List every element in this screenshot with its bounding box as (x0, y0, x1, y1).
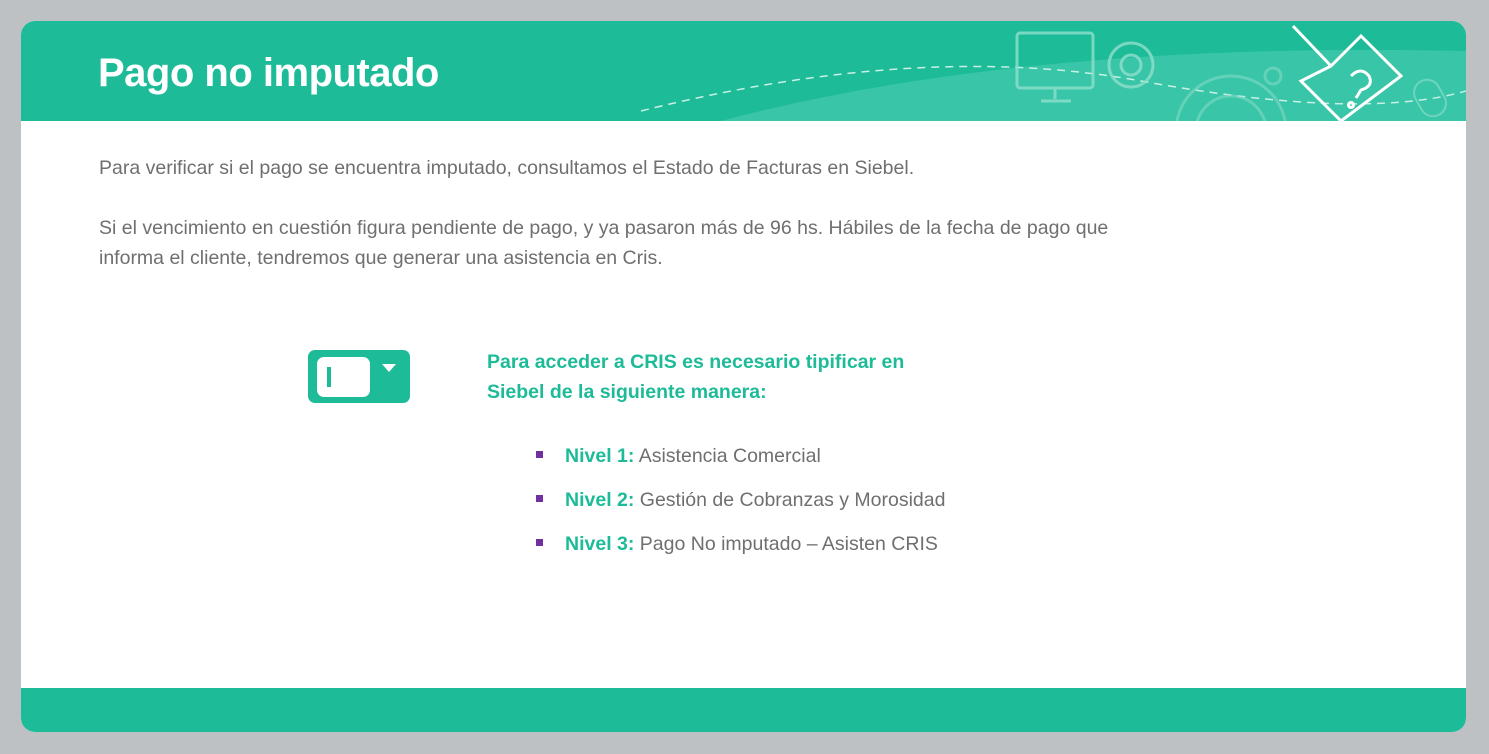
bullet-icon (536, 539, 543, 546)
instructions-heading-line2: Siebel de la siguiente manera: (487, 381, 767, 403)
level-value: Asistencia Comercial (638, 445, 821, 467)
level-label: Nivel 1: (565, 445, 635, 467)
list-item: Nivel 1: Asistencia Comercial (536, 441, 945, 485)
chevron-down-icon (382, 364, 396, 372)
condition-paragraph-line2: informa el cliente, tendremos que genera… (99, 247, 663, 269)
list-item: Nivel 3: Pago No imputado – Asisten CRIS (536, 529, 945, 573)
bullet-icon (536, 451, 543, 458)
level-value: Pago No imputado – Asisten CRIS (639, 533, 938, 555)
bullet-icon (536, 495, 543, 502)
levels-list: Nivel 1: Asistencia Comercial Nivel 2: G… (536, 441, 945, 573)
header-banner: Pago no imputado (21, 21, 1466, 121)
level-label: Nivel 3: (565, 533, 635, 555)
level-value: Gestión de Cobranzas y Morosidad (639, 489, 946, 511)
condition-paragraph-line1: Si el vencimiento en cuestión figura pen… (99, 217, 1109, 239)
page-title: Pago no imputado (98, 51, 439, 95)
slide-card: Pago no imputado Para verificar si el pa… (21, 21, 1466, 732)
footer-bar (21, 688, 1466, 732)
list-item: Nivel 2: Gestión de Cobranzas y Morosida… (536, 485, 945, 529)
instructions-heading: Para acceder a CRIS es necesario tipific… (487, 347, 904, 407)
level-label: Nivel 2: (565, 489, 635, 511)
instructions-heading-line1: Para acceder a CRIS es necesario tipific… (487, 351, 905, 373)
dropdown-select-icon (308, 350, 410, 403)
intro-paragraph: Para verificar si el pago se encuentra i… (99, 157, 915, 179)
